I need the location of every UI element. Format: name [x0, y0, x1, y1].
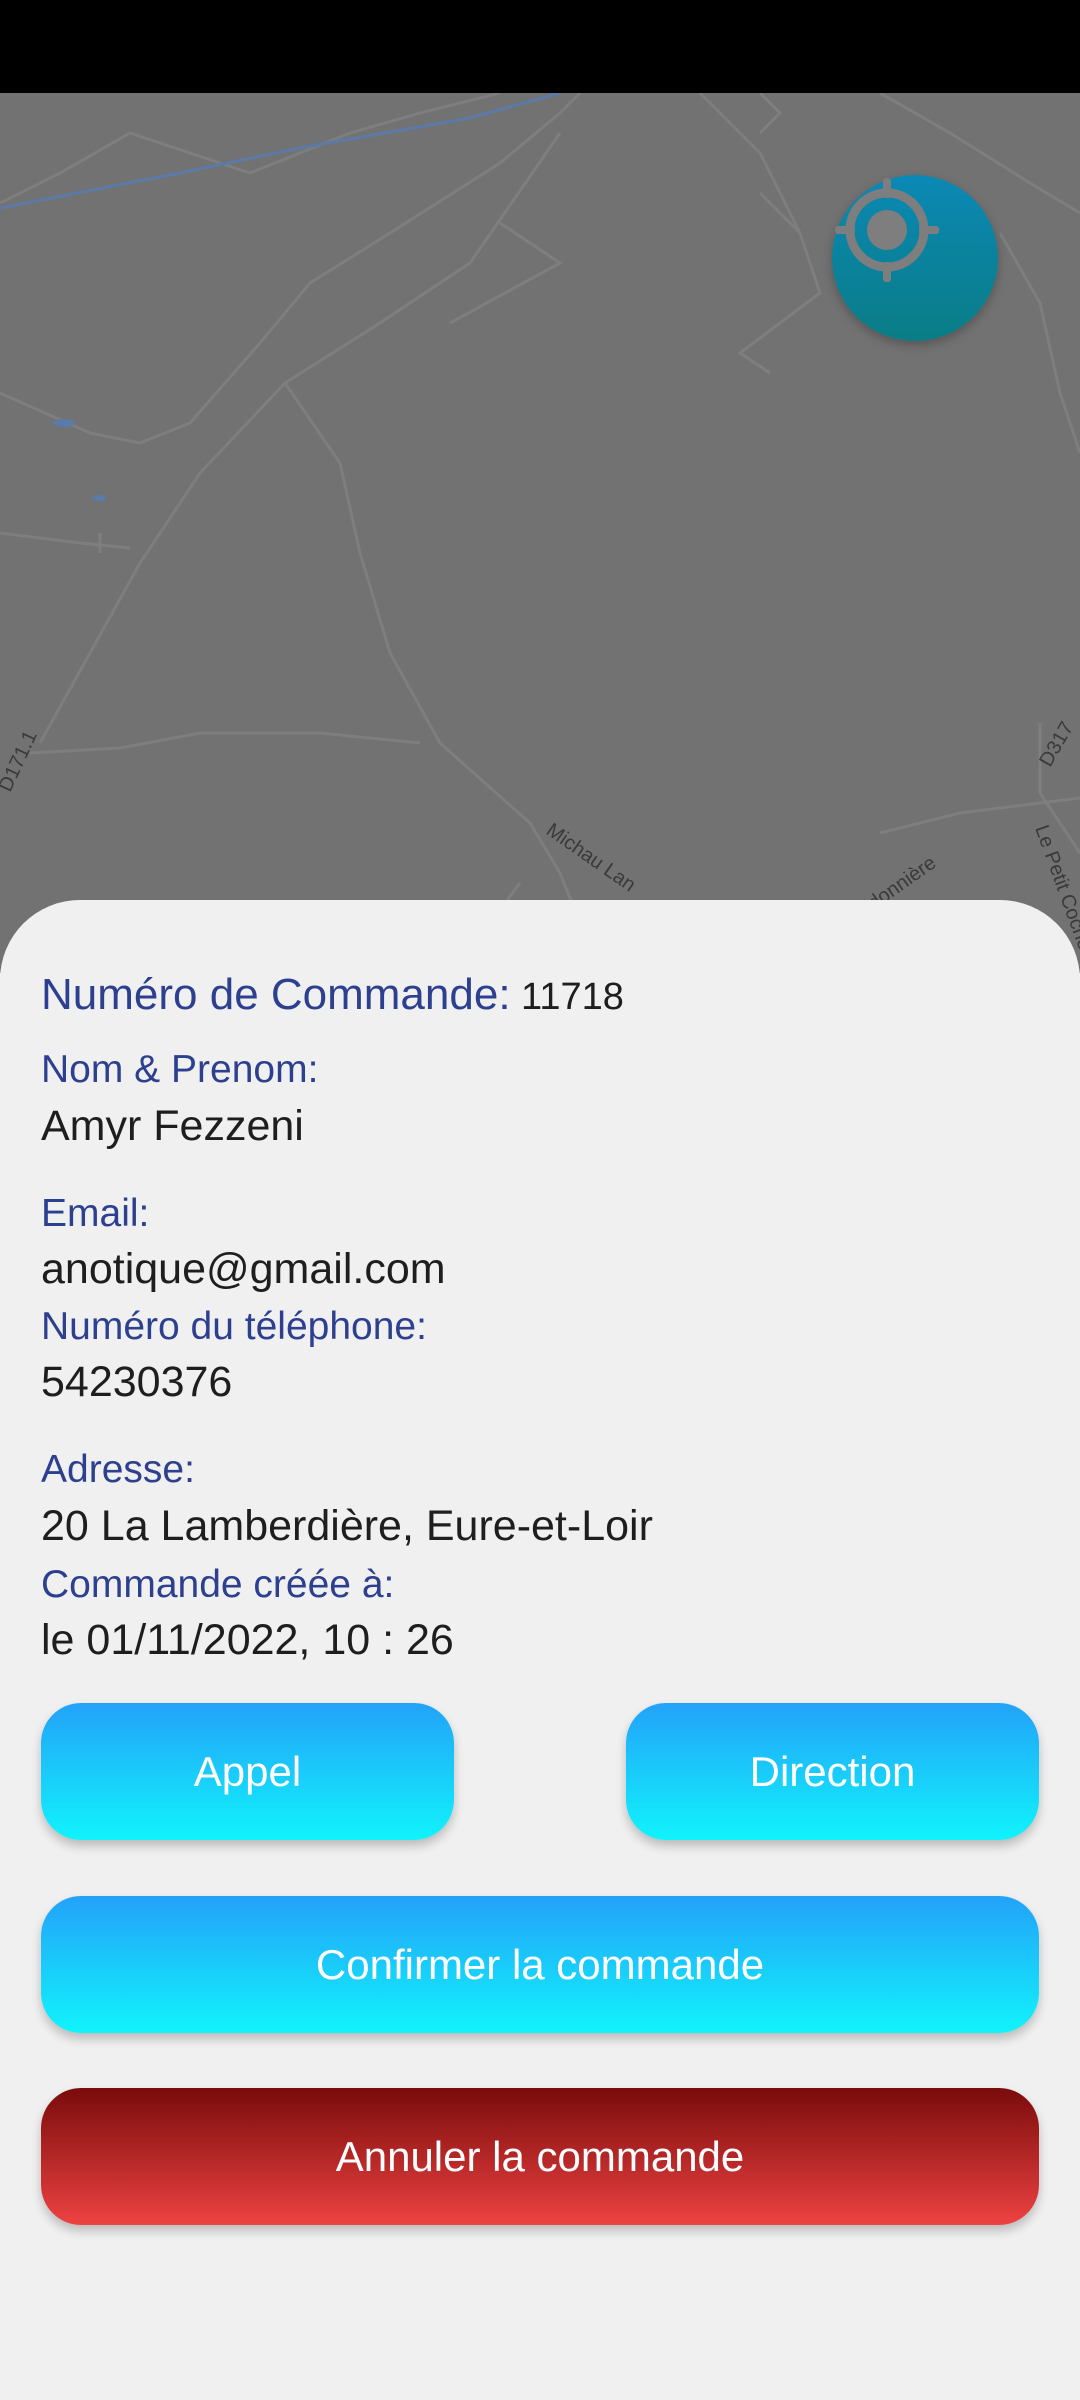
cancel-order-label: Annuler la commande — [335, 2132, 745, 2180]
gps-locate-icon — [835, 178, 939, 282]
email-label: Email: — [41, 1192, 150, 1235]
address-label: Adresse: — [41, 1448, 195, 1491]
cancel-order-button[interactable]: Annuler la commande — [41, 2088, 1039, 2225]
direction-button[interactable]: Direction — [626, 1703, 1039, 1840]
order-number-value: 11718 — [521, 976, 624, 1018]
created-at-value: le 01/11/2022, 10 : 26 — [41, 1616, 454, 1664]
direction-button-label: Direction — [749, 1747, 916, 1795]
road-label-d317: D317 — [1035, 718, 1078, 770]
call-button[interactable]: Appel — [41, 1703, 454, 1840]
order-number-row: Numéro de Commande: 11718 — [41, 970, 624, 1020]
confirm-order-button[interactable]: Confirmer la commande — [41, 1896, 1039, 2033]
status-bar — [0, 0, 1080, 93]
email-value: anotique@gmail.com — [41, 1245, 446, 1293]
map-view[interactable]: D171.1 Michau Lan idonnière Le Petit Coc… — [0, 93, 1080, 973]
locate-me-button[interactable] — [832, 175, 998, 341]
order-number-label: Numéro de Commande: — [41, 970, 511, 1019]
call-button-label: Appel — [193, 1747, 302, 1795]
road-label-d1711: D171.1 — [0, 727, 42, 795]
address-value: 20 La Lamberdière, Eure-et-Loir — [41, 1502, 653, 1550]
phone-value: 54230376 — [41, 1358, 233, 1406]
order-details-sheet: Numéro de Commande: 11718 Nom & Prenom: … — [0, 900, 1080, 2400]
name-value: Amyr Fezzeni — [41, 1102, 304, 1150]
created-at-label: Commande créée à: — [41, 1563, 395, 1606]
road-label-michau: Michau Lan — [542, 819, 639, 896]
name-label: Nom & Prenom: — [41, 1048, 319, 1091]
confirm-order-label: Confirmer la commande — [315, 1940, 765, 1988]
phone-label: Numéro du téléphone: — [41, 1305, 427, 1348]
